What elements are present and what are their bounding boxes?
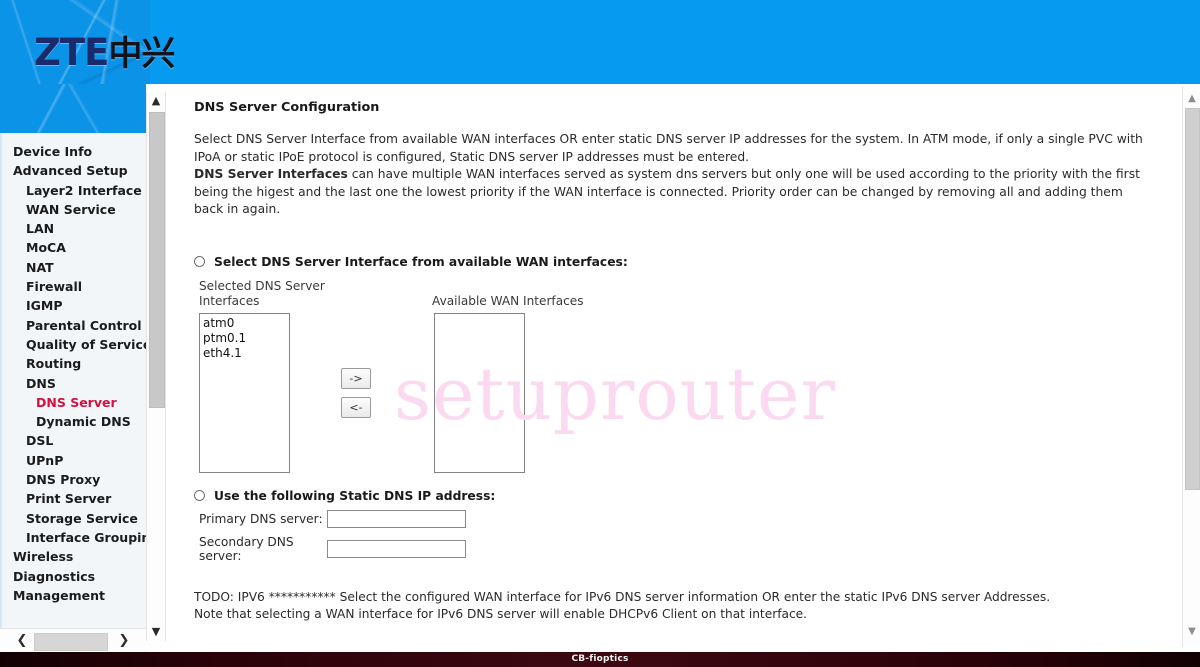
- secondary-dns-row: Secondary DNS server:: [194, 535, 1174, 563]
- sidebar-vertical-scrollbar[interactable]: ▲ ▼: [146, 92, 166, 641]
- sidebar-item-storage-service[interactable]: Storage Service: [0, 509, 140, 528]
- intro-text-2-bold: DNS Server Interfaces: [194, 167, 348, 181]
- ipv6-note-line-2: Note that selecting a WAN interface for …: [194, 607, 808, 621]
- sidebar-edge-accent: [0, 133, 3, 641]
- sidebar-item-parental-control[interactable]: Parental Control: [0, 316, 142, 335]
- sidebar-horizontal-scrollbar[interactable]: ❮ ❯: [0, 628, 146, 653]
- sidebar-item-upnp[interactable]: UPnP: [0, 451, 140, 470]
- secondary-dns-label: Secondary DNS server:: [199, 534, 294, 563]
- intro-text-1: Select DNS Server Interface from availab…: [194, 132, 1143, 164]
- move-left-button[interactable]: <-: [341, 396, 371, 418]
- page-title: DNS Server Configuration: [194, 100, 380, 115]
- page-scroll-down-icon[interactable]: ▼: [1183, 623, 1200, 641]
- sidebar-item-diagnostics[interactable]: Diagnostics: [0, 567, 140, 586]
- page-scroll-up-icon[interactable]: ▲: [1183, 90, 1200, 108]
- sidebar-item-nat[interactable]: NAT: [0, 258, 140, 277]
- sidebar-item-interface-grouping[interactable]: Interface Grouping: [0, 528, 146, 547]
- sidebar-item-dsl[interactable]: DSL: [0, 431, 140, 450]
- radio-select-wan-interface-label: Select DNS Server Interface from availab…: [214, 254, 628, 269]
- ipv6-note: TODO: IPV6 *********** Select the config…: [194, 589, 1094, 624]
- sidebar-item-dns[interactable]: DNS: [0, 374, 140, 393]
- sidebar-nav: Device Info Advanced Setup Layer2 Interfac…: [0, 133, 147, 641]
- sidebar-item-print-server[interactable]: Print Server: [0, 489, 140, 508]
- available-wan-interfaces-listbox[interactable]: [434, 312, 525, 473]
- list-item[interactable]: atm0: [203, 316, 289, 331]
- radio-select-wan-interface[interactable]: [194, 256, 205, 267]
- ipv6-note-line-1: TODO: IPV6 *********** Select the config…: [194, 589, 1051, 604]
- page-vertical-scrollbar[interactable]: ▲ ▼: [1182, 86, 1200, 647]
- sidebar-item-routing[interactable]: Routing: [0, 354, 140, 373]
- sidebar-item-layer2-interface[interactable]: Layer2 Interface: [0, 181, 142, 200]
- sidebar-item-advanced-setup[interactable]: Advanced Setup: [0, 161, 140, 180]
- sidebar-scroll-right-icon[interactable]: ❯: [114, 629, 134, 653]
- sidebar-scroll-up-icon[interactable]: ▲: [147, 92, 165, 110]
- move-right-button[interactable]: ->: [341, 367, 371, 389]
- sidebar-scroll-left-icon[interactable]: ❮: [12, 629, 32, 653]
- main-content: DNS Server Configuration Select DNS Serv…: [166, 86, 1180, 647]
- status-bar: CB-fioptics: [0, 652, 1200, 667]
- interface-transfer-widget: atm0 ptm0.1 eth4.1 -> <-: [194, 312, 1174, 475]
- sidebar-item-dns-server[interactable]: DNS Server: [0, 393, 140, 412]
- secondary-dns-input[interactable]: [327, 539, 466, 558]
- list-item[interactable]: ptm0.1: [203, 331, 289, 346]
- primary-dns-label: Primary DNS server:: [199, 511, 323, 526]
- radio-use-static-dns-label: Use the following Static DNS IP address:: [214, 488, 496, 503]
- sidebar-item-moca[interactable]: MoCA: [0, 238, 140, 257]
- static-dns-option-row[interactable]: Use the following Static DNS IP address:: [194, 489, 1174, 503]
- sidebar-item-dns-proxy[interactable]: DNS Proxy: [0, 470, 140, 489]
- sidebar-item-device-info[interactable]: Device Info: [0, 142, 140, 161]
- sidebar-scroll-down-icon[interactable]: ▼: [147, 623, 165, 641]
- sidebar-vscroll-thumb[interactable]: [149, 112, 165, 408]
- sidebar-item-lan[interactable]: LAN: [0, 219, 140, 238]
- available-list-heading: Available WAN Interfaces: [432, 293, 584, 308]
- radio-use-static-dns[interactable]: [194, 490, 205, 501]
- logo-latin: ZTE: [34, 31, 109, 74]
- sidebar-item-management[interactable]: Management: [0, 586, 140, 605]
- intro-paragraph: Select DNS Server Interface from availab…: [194, 131, 1151, 219]
- zte-logo: ZTE中兴: [34, 26, 175, 75]
- sidebar-item-firewall[interactable]: Firewall: [0, 277, 140, 296]
- sidebar-item-quality-of-service[interactable]: Quality of Service: [0, 335, 146, 354]
- transfer-buttons: -> <-: [341, 367, 371, 426]
- page-vscroll-thumb[interactable]: [1185, 108, 1200, 490]
- sidebar-hscroll-thumb[interactable]: [34, 633, 108, 651]
- selected-list-heading: Selected DNS Server Interfaces: [199, 278, 325, 308]
- primary-dns-input[interactable]: [327, 509, 466, 528]
- sidebar-item-wireless[interactable]: Wireless: [0, 547, 140, 566]
- status-bar-text: CB-fioptics: [571, 654, 629, 664]
- selected-dns-interfaces-listbox[interactable]: atm0 ptm0.1 eth4.1: [199, 312, 290, 473]
- banner-artwork-lower: [0, 84, 146, 134]
- sidebar-item-igmp[interactable]: IGMP: [0, 296, 140, 315]
- static-dns-block: Use the following Static DNS IP address:…: [194, 489, 1174, 563]
- wan-interface-option-row[interactable]: Select DNS Server Interface from availab…: [194, 255, 1174, 269]
- top-banner: [0, 0, 1200, 84]
- sidebar-item-dynamic-dns[interactable]: Dynamic DNS: [0, 412, 140, 431]
- transfer-column-headings: Selected DNS Server Interfaces Available…: [194, 279, 1174, 313]
- logo-cjk: 中兴: [108, 34, 175, 74]
- list-item[interactable]: eth4.1: [203, 346, 289, 361]
- sidebar-item-wan-service[interactable]: WAN Service: [0, 200, 140, 219]
- primary-dns-row: Primary DNS server:: [194, 509, 1174, 528]
- sidebar-menu-list: Device Info Advanced Setup Layer2 Interfac…: [0, 142, 146, 605]
